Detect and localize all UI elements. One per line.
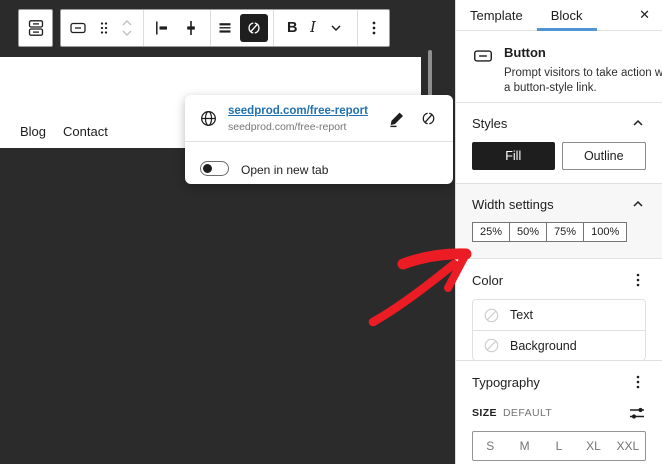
- size-option-m[interactable]: M: [507, 432, 541, 460]
- chevron-up-icon[interactable]: [630, 196, 646, 212]
- toolbar-segment-format: B I: [274, 10, 358, 46]
- size-value: DEFAULT: [503, 407, 552, 419]
- width-lines-icon[interactable]: [215, 18, 235, 38]
- text-color-row[interactable]: Text: [473, 300, 645, 330]
- kebab-menu-icon[interactable]: [630, 373, 646, 391]
- italic-button[interactable]: I: [310, 20, 316, 36]
- link-url-subtitle: seedprod.com/free-report: [228, 121, 346, 133]
- justify-center-icon[interactable]: [181, 18, 201, 38]
- link-popover: seedprod.com/free-report seedprod.com/fr…: [185, 95, 453, 184]
- styles-panel: Styles Fill Outline: [456, 103, 662, 184]
- text-color-label: Text: [510, 308, 533, 322]
- tab-template[interactable]: Template: [456, 0, 537, 31]
- background-color-label: Background: [510, 339, 577, 353]
- typography-title: Typography: [472, 375, 540, 390]
- tab-block[interactable]: Block: [537, 0, 597, 31]
- color-card: Text Background: [472, 299, 646, 361]
- link-preview-row: seedprod.com/free-report seedprod.com/fr…: [185, 95, 453, 142]
- block-card-title: Button: [504, 45, 662, 60]
- editor-canvas: Blog Contact Free Report: [0, 0, 455, 464]
- width-options: 25% 50% 75% 100%: [472, 222, 627, 242]
- block-toolbar: B I: [60, 9, 390, 47]
- chevron-up-icon[interactable]: [630, 115, 646, 131]
- close-icon[interactable]: ✕: [639, 7, 650, 23]
- size-label: SIZE: [472, 407, 497, 419]
- width-option-25[interactable]: 25%: [472, 222, 510, 242]
- description-line: Prompt visitors to take action with: [504, 66, 662, 81]
- globe-icon: [199, 109, 218, 128]
- block-card-description: Prompt visitors to take action with a bu…: [504, 66, 662, 96]
- more-options-icon[interactable]: [366, 18, 382, 38]
- color-title: Color: [472, 273, 503, 288]
- drag-handle-icon[interactable]: [96, 20, 112, 36]
- bold-button[interactable]: B: [287, 20, 297, 36]
- size-option-l[interactable]: L: [542, 432, 576, 460]
- sliders-icon[interactable]: [628, 405, 646, 421]
- style-fill-button[interactable]: Fill: [472, 142, 555, 170]
- move-up-icon[interactable]: [119, 18, 135, 28]
- block-card: Button Prompt visitors to take action wi…: [456, 31, 662, 103]
- font-size-segmented-control: S M L XL XXL: [472, 431, 646, 461]
- background-color-row[interactable]: Background: [473, 330, 645, 360]
- page-nav: Blog Contact: [20, 124, 108, 139]
- no-color-icon: [483, 337, 500, 354]
- link-button-active[interactable]: [240, 14, 268, 42]
- sidebar-header: Template Block ✕: [456, 0, 662, 31]
- justify-left-icon[interactable]: [152, 18, 172, 38]
- width-option-100[interactable]: 100%: [583, 222, 627, 242]
- nav-link-blog[interactable]: Blog: [20, 124, 46, 139]
- edit-link-icon[interactable]: [387, 109, 407, 129]
- size-option-s[interactable]: S: [473, 432, 507, 460]
- kebab-menu-icon[interactable]: [630, 271, 646, 289]
- button-block-icon: [472, 45, 494, 90]
- size-option-xl[interactable]: XL: [576, 432, 610, 460]
- link-url[interactable]: seedprod.com/free-report: [228, 105, 368, 117]
- color-panel: Color Text: [456, 259, 662, 361]
- no-color-icon: [483, 307, 500, 324]
- width-option-75[interactable]: 75%: [546, 222, 584, 242]
- select-parent-buttons-button[interactable]: [18, 9, 53, 47]
- toolbar-segment-link: [211, 10, 275, 46]
- styles-title: Styles: [472, 116, 507, 131]
- style-outline-button[interactable]: Outline: [562, 142, 647, 170]
- editor-window: Blog Contact Free Report: [0, 0, 662, 464]
- open-new-tab-label: Open in new tab: [241, 163, 328, 177]
- unlink-icon[interactable]: [419, 109, 438, 128]
- toolbar-segment-block: [61, 10, 144, 46]
- buttons-parent-icon: [26, 18, 46, 38]
- typography-panel: Typography SIZE DEFAULT: [456, 361, 662, 464]
- width-option-50[interactable]: 50%: [509, 222, 547, 242]
- width-settings-title: Width settings: [472, 197, 554, 212]
- description-line: a button-style link.: [504, 81, 662, 96]
- canvas-scrollbar[interactable]: [428, 50, 432, 97]
- settings-sidebar: Template Block ✕ Button Prompt visitors …: [455, 0, 662, 464]
- width-settings-panel: Width settings 25% 50% 75% 100%: [456, 184, 662, 259]
- open-new-tab-toggle[interactable]: [200, 161, 229, 176]
- size-option-xxl[interactable]: XXL: [611, 432, 645, 460]
- move-down-icon[interactable]: [119, 28, 135, 38]
- toolbar-segment-more: [358, 10, 389, 46]
- toolbar-segment-justify: [144, 10, 211, 46]
- button-block-icon[interactable]: [68, 18, 88, 38]
- link-icon: [245, 19, 263, 37]
- chevron-down-icon[interactable]: [328, 20, 344, 36]
- nav-link-contact[interactable]: Contact: [63, 124, 108, 139]
